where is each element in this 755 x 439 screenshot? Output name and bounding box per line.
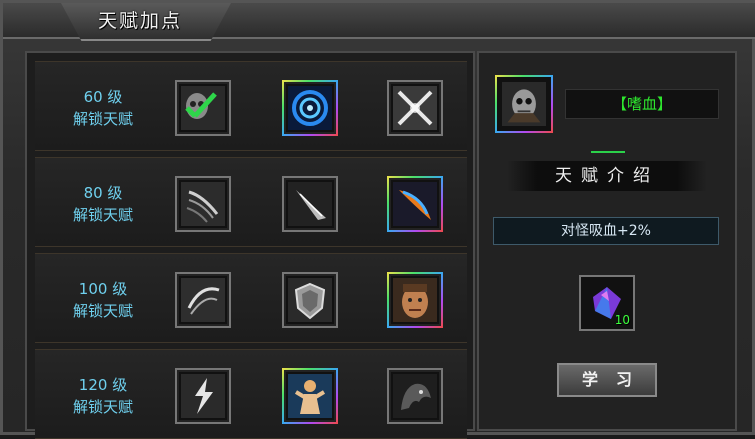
crossed-swords-icon xyxy=(393,86,437,130)
talent-slot[interactable] xyxy=(282,176,338,232)
talent-slot[interactable] xyxy=(282,272,338,328)
talent-slot[interactable] xyxy=(387,176,443,232)
skull-warrior-icon xyxy=(502,82,546,126)
talent-window: 天赋加点 60 级 解锁天赋 80 级 解锁天赋 100 级 解锁天赋 120 … xyxy=(0,0,755,439)
row-level: 80 级 xyxy=(83,184,123,202)
talent-slot[interactable] xyxy=(387,80,443,136)
fighter-figure-icon xyxy=(288,374,332,418)
cost-count: 10 xyxy=(614,313,630,327)
talent-slot[interactable] xyxy=(282,80,338,136)
talent-slot[interactable] xyxy=(387,272,443,328)
talent-detail-panel: 【嗜血】 天赋介绍 对怪吸血+2% 10 学习 xyxy=(477,51,737,431)
talent-description: 对怪吸血+2% xyxy=(493,217,719,245)
talent-slot[interactable] xyxy=(175,176,231,232)
talent-slot[interactable] xyxy=(175,368,231,424)
blue-vortex-icon xyxy=(288,86,332,130)
learn-button[interactable]: 学习 xyxy=(557,363,657,397)
row-label: 120 级 解锁天赋 xyxy=(55,374,151,418)
cost-item-slot[interactable]: 10 xyxy=(579,275,635,331)
row-level: 100 级 xyxy=(78,280,128,298)
row-unlock-text: 解锁天赋 xyxy=(72,398,133,416)
row-unlock-text: 解锁天赋 xyxy=(72,206,133,224)
row-label: 60 级 解锁天赋 xyxy=(55,86,151,130)
talent-row-100: 100 级 解锁天赋 xyxy=(35,253,467,343)
talent-tree-panel: 60 级 解锁天赋 80 级 解锁天赋 100 级 解锁天赋 120 级 解锁天… xyxy=(25,51,475,439)
intro-ornament xyxy=(591,151,625,159)
lightning-icon xyxy=(181,374,225,418)
dark-beast-icon xyxy=(393,374,437,418)
flaming-scimitar-icon xyxy=(393,182,437,226)
row-level: 60 级 xyxy=(83,88,123,106)
row-unlock-text: 解锁天赋 xyxy=(72,110,133,128)
skull-checkmark-icon xyxy=(181,86,225,130)
row-unlock-text: 解锁天赋 xyxy=(72,302,133,320)
talent-row-80: 80 级 解锁天赋 xyxy=(35,157,467,247)
selected-talent-portrait xyxy=(495,75,553,133)
talent-name: 【嗜血】 xyxy=(565,89,719,119)
talent-row-120: 120 级 解锁天赋 xyxy=(35,349,467,439)
wind-slash-icon xyxy=(181,278,225,322)
window-title: 天赋加点 xyxy=(98,10,183,32)
row-level: 120 级 xyxy=(78,376,128,394)
shield-icon xyxy=(288,278,332,322)
row-label: 80 级 解锁天赋 xyxy=(55,182,151,226)
spiked-drill-icon xyxy=(288,182,332,226)
talent-row-60: 60 级 解锁天赋 xyxy=(35,61,467,151)
talent-slot[interactable] xyxy=(387,368,443,424)
talent-intro-header: 天赋介绍 xyxy=(507,161,707,191)
talent-slot[interactable] xyxy=(282,368,338,424)
slashing-blade-icon xyxy=(181,182,225,226)
talent-slot[interactable] xyxy=(175,272,231,328)
row-label: 100 级 解锁天赋 xyxy=(55,278,151,322)
talent-slot[interactable] xyxy=(175,80,231,136)
warrior-face-icon xyxy=(393,278,437,322)
